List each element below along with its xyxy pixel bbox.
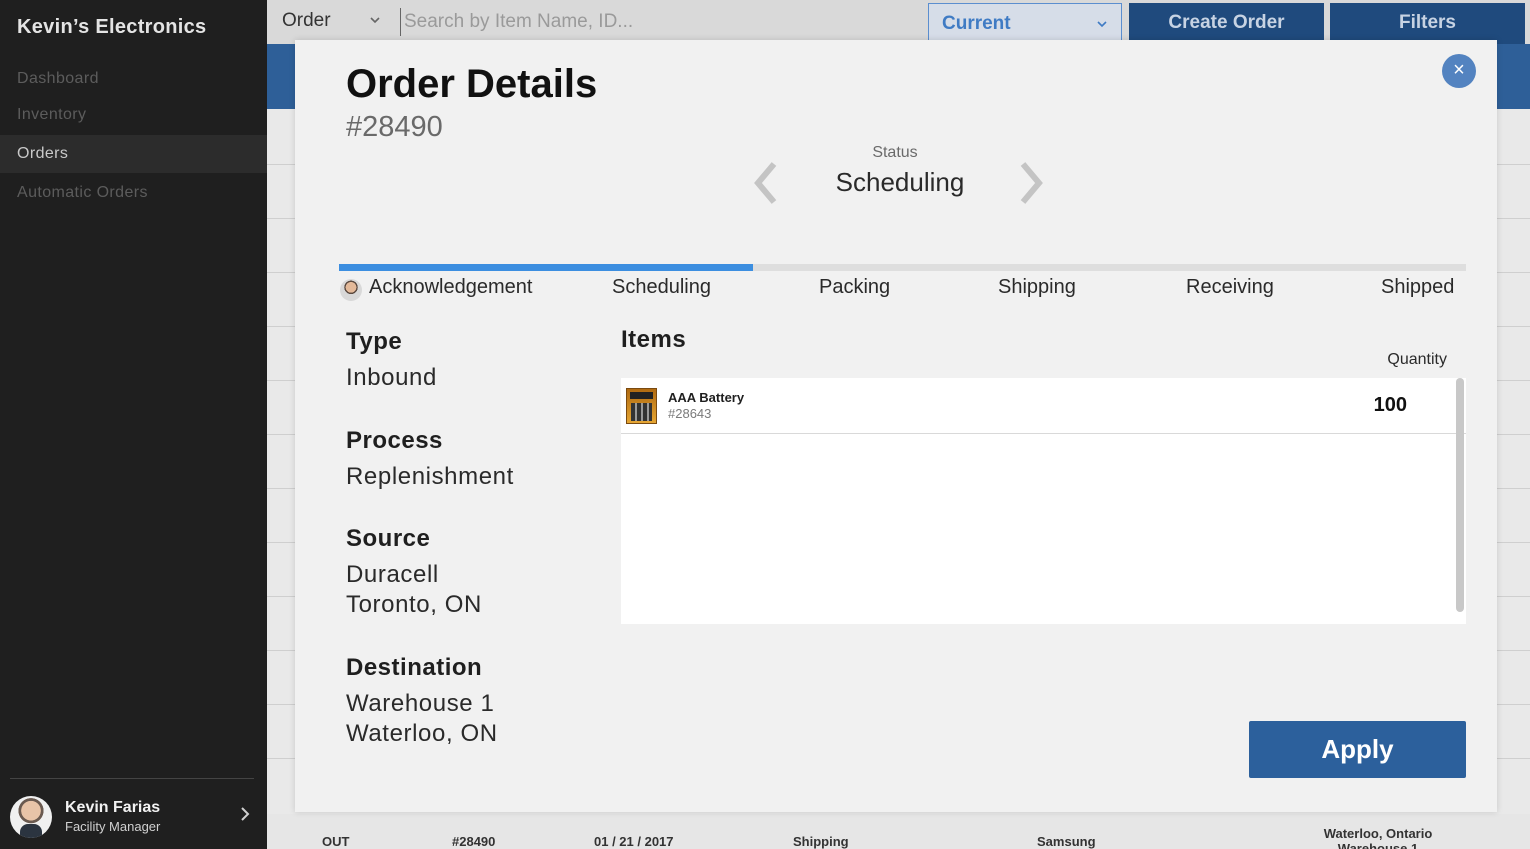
process-label: Process — [346, 427, 443, 454]
type-label: Type — [346, 328, 403, 355]
progress-fill — [339, 264, 753, 271]
filters-button[interactable]: Filters — [1330, 3, 1525, 44]
user-profile[interactable]: Kevin Farias Facility Manager — [0, 790, 267, 845]
row-location: Waterloo, Ontario Warehouse 1 — [1307, 826, 1449, 849]
destination-label: Destination — [346, 654, 483, 681]
user-name: Kevin Farias — [65, 799, 161, 816]
sidebar-divider — [10, 778, 254, 779]
view-select[interactable]: Current — [928, 3, 1122, 43]
type-select[interactable]: Order — [282, 10, 331, 32]
quantity-header: Quantity — [1387, 351, 1447, 368]
source-name: Duracell — [346, 561, 439, 588]
chevron-down-icon — [1097, 16, 1107, 31]
stage-receiving[interactable]: Receiving — [1186, 276, 1274, 299]
scrollbar[interactable] — [1456, 378, 1464, 612]
sidebar-item-inventory[interactable]: Inventory — [0, 96, 267, 134]
row-partner: Samsung — [1037, 834, 1096, 849]
user-role: Facility Manager — [65, 819, 161, 834]
item-id: #28643 — [668, 406, 712, 421]
apply-button[interactable]: Apply — [1249, 721, 1466, 778]
destination-name: Warehouse 1 — [346, 690, 495, 717]
battery-thumbnail — [626, 388, 657, 424]
progress-bar — [339, 264, 1466, 271]
close-icon: × — [1453, 59, 1465, 81]
stage-shipping[interactable]: Shipping — [998, 276, 1076, 299]
stage-packing[interactable]: Packing — [819, 276, 890, 299]
sidebar: Kevin’s Electronics Dashboard Inventory … — [0, 0, 267, 849]
stage-scheduling[interactable]: Scheduling — [612, 276, 711, 299]
order-id: #28490 — [346, 111, 443, 143]
brand-title: Kevin’s Electronics — [17, 16, 207, 38]
source-location: Toronto, ON — [346, 591, 482, 618]
search-input[interactable] — [400, 8, 910, 36]
row-type: OUT — [322, 834, 350, 849]
row-id: #28490 — [452, 834, 496, 849]
chevron-left-icon[interactable] — [750, 160, 780, 206]
stage-acknowledgement[interactable]: Acknowledgement — [369, 276, 532, 299]
row-date: 01 / 21 / 2017 — [594, 834, 674, 849]
process-value: Replenishment — [346, 463, 514, 490]
items-title: Items — [621, 326, 687, 353]
create-order-button[interactable]: Create Order — [1129, 3, 1324, 44]
sidebar-item-automatic-orders[interactable]: Automatic Orders — [0, 174, 267, 212]
status-label: Status — [872, 144, 918, 161]
row-location-line2: Warehouse 1 — [1337, 841, 1419, 849]
row-status: Shipping — [793, 834, 849, 849]
view-select-label: Current — [942, 13, 1011, 34]
source-label: Source — [346, 525, 431, 552]
close-button[interactable]: × — [1442, 54, 1476, 88]
chevron-down-icon[interactable] — [370, 12, 380, 27]
sidebar-item-orders[interactable]: Orders — [0, 135, 267, 173]
avatar — [10, 796, 52, 838]
type-value: Inbound — [346, 364, 437, 391]
status-value: Scheduling — [835, 167, 965, 197]
row-location-line1: Waterloo, Ontario — [1323, 826, 1433, 841]
item-name: AAA Battery — [668, 390, 745, 405]
chevron-right-icon[interactable] — [1017, 160, 1047, 206]
item-quantity: 100 — [1373, 394, 1407, 416]
top-bar: Order Current Create Order Filters — [267, 0, 1530, 44]
stage-shipped[interactable]: Shipped — [1381, 276, 1454, 299]
avatar — [340, 279, 362, 301]
order-details-modal: × Order Details #28490 Status Scheduling… — [295, 40, 1497, 812]
table-row[interactable]: OUT #28490 01 / 21 / 2017 Shipping Samsu… — [267, 814, 1530, 849]
sidebar-item-dashboard[interactable]: Dashboard — [0, 60, 267, 98]
modal-title: Order Details — [346, 62, 598, 106]
chevron-right-icon[interactable] — [240, 806, 250, 827]
destination-location: Waterloo, ON — [346, 720, 498, 747]
